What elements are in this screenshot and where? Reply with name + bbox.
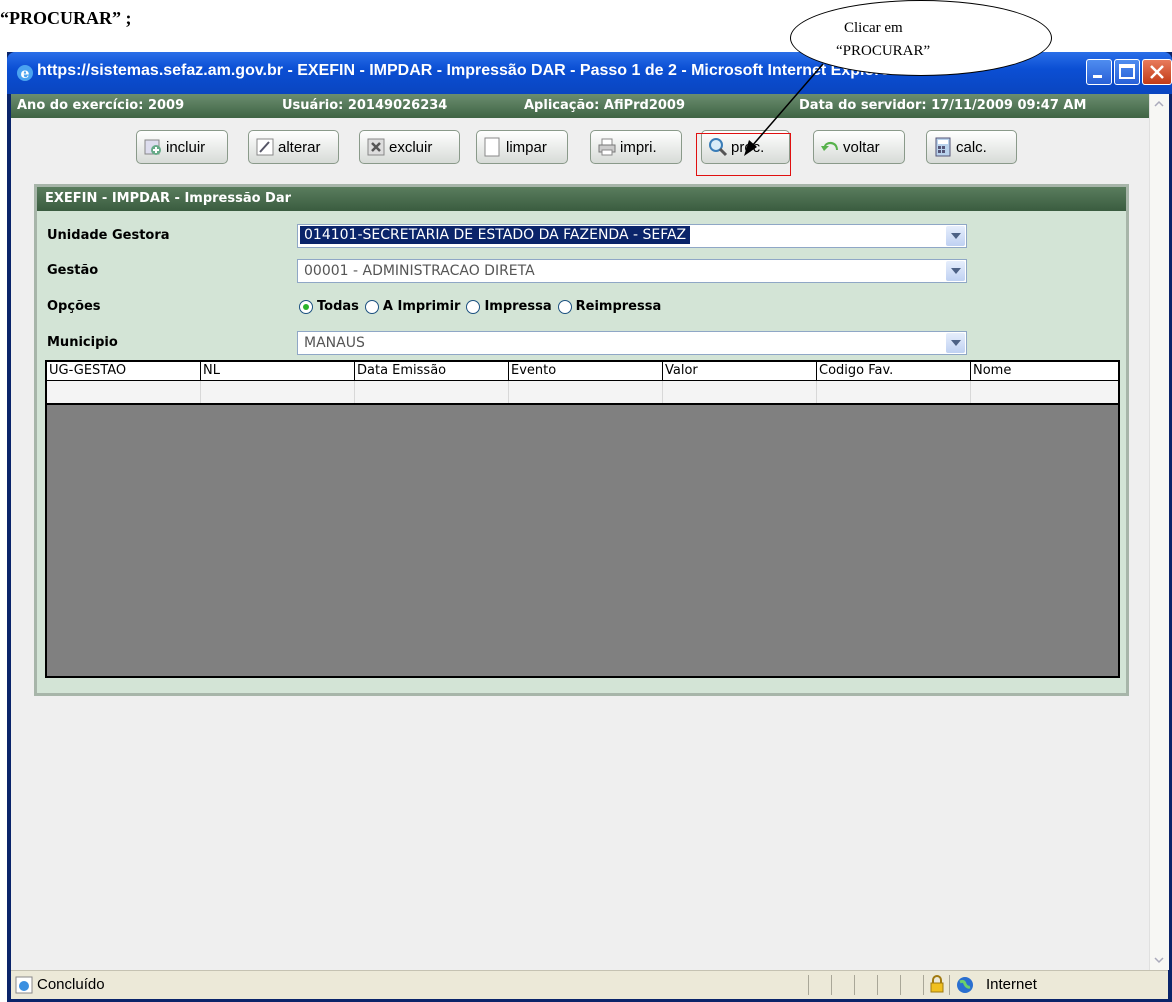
minimize-icon	[1093, 75, 1102, 78]
column-header[interactable]: Valor	[665, 363, 698, 378]
printer-icon	[598, 138, 616, 156]
column-header[interactable]: UG-GESTAO	[49, 363, 126, 378]
grid-header: UG-GESTAO NL Data Emissão Evento Valor C…	[47, 362, 1118, 381]
application-name: Aplicação: AfiPrd2009	[524, 98, 686, 113]
status-text: Concluído	[37, 976, 105, 993]
column-header[interactable]: Codigo Fav.	[819, 363, 893, 378]
minimize-button[interactable]	[1086, 59, 1112, 85]
delete-icon	[367, 138, 385, 156]
column-header[interactable]: NL	[203, 363, 220, 378]
info-bar: Ano do exercício: 2009 Usuário: 20149026…	[11, 94, 1149, 118]
calc-label: calc.	[956, 138, 987, 156]
column-header[interactable]: Evento	[511, 363, 556, 378]
radio-reimpressa-label[interactable]: Reimpressa	[576, 299, 662, 314]
radio-a-imprimir-label[interactable]: A Imprimir	[383, 299, 461, 314]
calculator-icon	[935, 137, 951, 157]
scroll-up-icon[interactable]	[1153, 98, 1165, 110]
limpar-button[interactable]: limpar	[476, 130, 568, 164]
status-bar: Concluído Internet	[11, 970, 1168, 999]
municipio-value: MANAUS	[304, 335, 365, 351]
chevron-down-icon[interactable]	[946, 333, 965, 353]
imprimir-label: impri.	[620, 138, 657, 156]
incluir-label: incluir	[166, 138, 206, 156]
chevron-down-icon[interactable]	[946, 261, 965, 281]
municipio-label: Municipio	[47, 335, 118, 350]
table-row[interactable]	[47, 381, 1118, 405]
scroll-down-icon[interactable]	[1153, 954, 1165, 966]
radio-impressa-label[interactable]: Impressa	[484, 299, 551, 314]
gestao-value: 00001 - ADMINISTRACAO DIRETA	[304, 263, 535, 279]
unidade-gestora-select[interactable]: 014101-SECRETARIA DE ESTADO DA FAZENDA -…	[297, 224, 967, 248]
close-button[interactable]	[1142, 59, 1172, 85]
incluir-button[interactable]: incluir	[136, 130, 228, 164]
panel-header: EXEFIN - IMPDAR - Impressão Dar	[37, 187, 1126, 211]
excluir-label: excluir	[389, 138, 433, 156]
radio-todas[interactable]	[299, 299, 313, 314]
security-zone: Internet	[986, 976, 1037, 993]
radio-a-imprimir[interactable]	[364, 299, 379, 314]
imprimir-button[interactable]: impri.	[590, 130, 682, 164]
opcoes-label: Opções	[47, 299, 101, 314]
svg-text:e: e	[21, 66, 30, 82]
document-caption: “PROCURAR” ;	[0, 8, 132, 28]
results-grid: UG-GESTAO NL Data Emissão Evento Valor C…	[45, 360, 1120, 678]
clear-icon	[484, 137, 500, 157]
user-id: Usuário: 20149026234	[282, 98, 448, 113]
gestao-select[interactable]: 00001 - ADMINISTRACAO DIRETA	[297, 259, 967, 283]
vertical-scrollbar[interactable]	[1149, 94, 1169, 970]
globe-icon	[957, 977, 973, 993]
impressao-dar-panel: EXEFIN - IMPDAR - Impressão Dar Unidade …	[34, 184, 1129, 696]
annotation-arrow	[744, 63, 824, 156]
column-header[interactable]: Nome	[973, 363, 1011, 378]
page-content: Ano do exercício: 2009 Usuário: 20149026…	[11, 94, 1169, 999]
page-done-icon	[15, 976, 33, 994]
excluir-button[interactable]: excluir	[359, 130, 460, 164]
callout-line-1: Clicar em	[844, 20, 903, 36]
gestao-label: Gestão	[47, 263, 99, 278]
unidade-gestora-value: 014101-SECRETARIA DE ESTADO DA FAZENDA -…	[300, 226, 691, 244]
calc-button[interactable]: calc.	[926, 130, 1017, 164]
maximize-icon	[1119, 64, 1135, 79]
callout-line-2: “PROCURAR”	[836, 43, 931, 59]
radio-impressa[interactable]	[466, 299, 481, 314]
add-icon	[144, 139, 161, 155]
maximize-button[interactable]	[1114, 59, 1140, 85]
radio-reimpressa[interactable]	[557, 299, 572, 314]
column-header[interactable]: Data Emissão	[357, 363, 446, 378]
chevron-down-icon[interactable]	[946, 226, 965, 246]
opcoes-radio-group: Todas A Imprimir Impressa Reimpressa	[299, 299, 667, 314]
municipio-select[interactable]: MANAUS	[297, 331, 967, 355]
ie-icon: e	[17, 65, 33, 82]
unidade-gestora-label: Unidade Gestora	[47, 228, 170, 243]
lock-icon	[930, 975, 944, 993]
radio-todas-label[interactable]: Todas	[317, 299, 359, 314]
browser-window: e https://sistemas.sefaz.am.gov.br - EXE…	[7, 52, 1172, 1002]
limpar-label: limpar	[506, 138, 547, 156]
edit-icon	[256, 138, 274, 156]
panel-title: EXEFIN - IMPDAR - Impressão Dar	[45, 191, 292, 206]
close-icon	[1150, 65, 1164, 79]
alterar-label: alterar	[278, 138, 321, 156]
alterar-button[interactable]: alterar	[248, 130, 339, 164]
fiscal-year: Ano do exercício: 2009	[17, 98, 185, 113]
